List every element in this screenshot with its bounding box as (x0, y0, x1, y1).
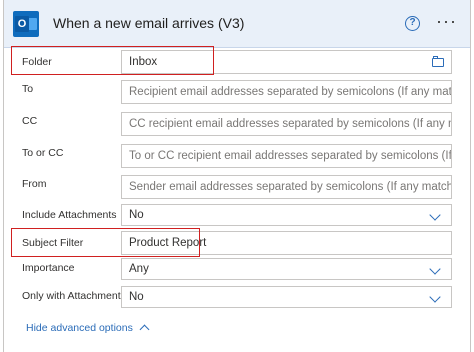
hide-advanced-options-link[interactable]: Hide advanced options (26, 322, 150, 335)
outlook-icon: O (13, 11, 39, 37)
chevron-down-icon (429, 209, 441, 221)
help-icon[interactable]: ? (405, 16, 420, 31)
card-header[interactable]: O When a new email arrives (V3) ? ··· (4, 0, 470, 48)
cc-label: CC (22, 115, 38, 127)
to-or-cc-placeholder: To or CC recipient email addresses separ… (129, 150, 452, 162)
chevron-down-icon (429, 263, 441, 275)
from-field[interactable]: Sender email addresses separated by semi… (121, 175, 452, 199)
hide-advanced-options-label: Hide advanced options (26, 322, 133, 334)
importance-dropdown[interactable]: Any (121, 258, 452, 280)
include-attachments-dropdown[interactable]: No (121, 204, 452, 226)
folder-highlight-box (11, 46, 214, 75)
to-placeholder: Recipient email addresses separated by s… (129, 86, 452, 98)
importance-label: Importance (22, 262, 75, 274)
subject-filter-highlight-box (11, 228, 200, 257)
folder-picker-icon[interactable] (432, 56, 444, 67)
to-label: To (22, 83, 34, 95)
only-with-attachments-dropdown[interactable]: No (121, 286, 452, 308)
chevron-down-icon (429, 291, 441, 303)
include-attachments-label: Include Attachments (22, 209, 117, 221)
to-or-cc-field[interactable]: To or CC recipient email addresses separ… (121, 144, 452, 168)
cc-field[interactable]: CC recipient email addresses separated b… (121, 112, 452, 136)
cc-placeholder: CC recipient email addresses separated b… (129, 118, 452, 130)
chevron-up-icon (139, 324, 150, 335)
from-label: From (22, 178, 47, 190)
more-options-icon[interactable]: ··· (436, 12, 457, 30)
only-with-attachments-value: No (129, 291, 144, 303)
card-title[interactable]: When a new email arrives (V3) (53, 15, 244, 31)
include-attachments-value: No (129, 209, 144, 221)
from-placeholder: Sender email addresses separated by semi… (129, 181, 452, 193)
importance-value: Any (129, 263, 149, 275)
to-or-cc-label: To or CC (22, 147, 64, 159)
only-with-attachments-label: Only with Attachments (22, 290, 126, 302)
to-field[interactable]: Recipient email addresses separated by s… (121, 80, 452, 104)
